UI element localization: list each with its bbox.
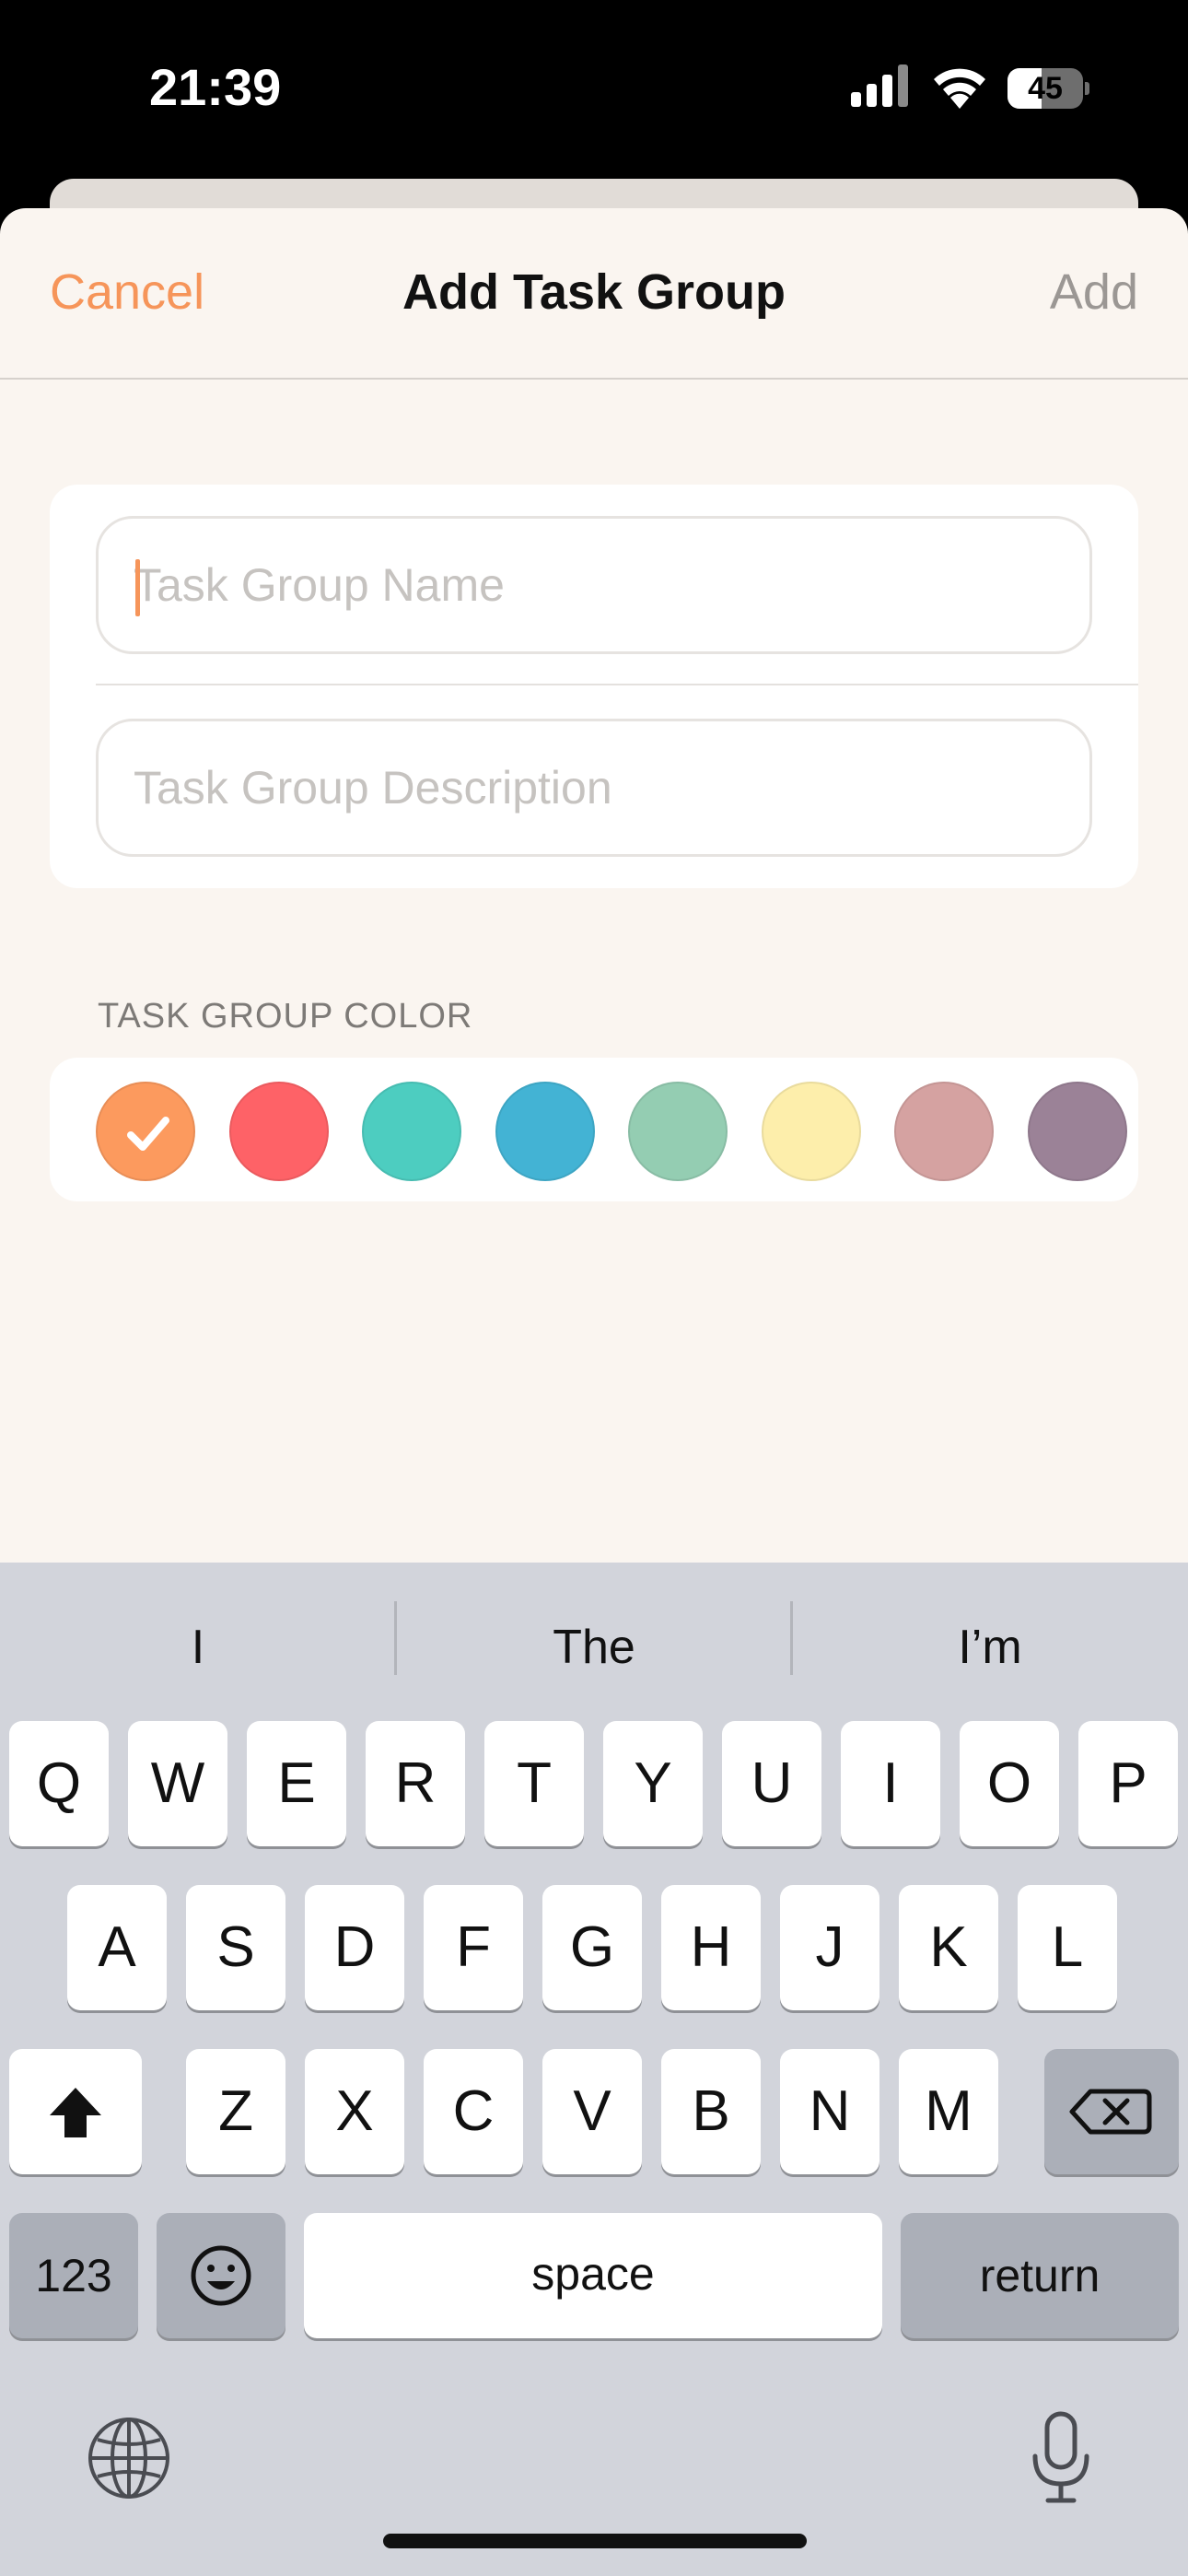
color-swatch[interactable] bbox=[228, 1082, 329, 1181]
space-key[interactable]: space bbox=[304, 2213, 882, 2338]
status-time: 21:39 bbox=[149, 58, 282, 116]
wifi-icon bbox=[934, 68, 985, 109]
shift-key[interactable] bbox=[9, 2049, 142, 2174]
battery-level: 45 bbox=[1028, 71, 1063, 106]
key-v[interactable]: V bbox=[542, 2049, 642, 2174]
key-i[interactable]: I bbox=[841, 1721, 940, 1846]
microphone-icon[interactable] bbox=[1017, 2408, 1105, 2508]
cancel-button[interactable]: Cancel bbox=[50, 263, 204, 321]
battery-icon: 45 bbox=[1007, 68, 1089, 109]
key-r[interactable]: R bbox=[366, 1721, 465, 1846]
key-f[interactable]: F bbox=[424, 1885, 523, 2010]
color-swatch[interactable] bbox=[894, 1082, 994, 1181]
status-bar: 21:39 45 bbox=[0, 0, 1188, 175]
color-swatch-selected[interactable] bbox=[96, 1082, 195, 1181]
color-swatch[interactable] bbox=[628, 1082, 728, 1181]
key-u[interactable]: U bbox=[722, 1721, 821, 1846]
key-l[interactable]: L bbox=[1018, 1885, 1117, 2010]
key-g[interactable]: G bbox=[542, 1885, 642, 2010]
form-card bbox=[50, 485, 1138, 888]
return-key[interactable]: return bbox=[901, 2213, 1179, 2338]
key-b[interactable]: B bbox=[661, 2049, 761, 2174]
space-key-label: space bbox=[531, 2248, 655, 2300]
shift-icon bbox=[50, 2088, 101, 2137]
key-k[interactable]: K bbox=[899, 1885, 998, 2010]
checkmark-icon bbox=[127, 1117, 169, 1151]
key-p[interactable]: P bbox=[1078, 1721, 1178, 1846]
key-q[interactable]: Q bbox=[9, 1721, 109, 1846]
key-h[interactable]: H bbox=[661, 1885, 761, 2010]
task-group-description-field[interactable] bbox=[96, 719, 1092, 857]
color-picker bbox=[50, 1058, 1138, 1201]
key-j[interactable]: J bbox=[780, 1885, 879, 2010]
numbers-key[interactable]: 123 bbox=[9, 2213, 138, 2338]
add-button[interactable]: Add bbox=[1050, 263, 1138, 321]
numbers-key-label: 123 bbox=[35, 2250, 112, 2301]
key-z[interactable]: Z bbox=[186, 2049, 285, 2174]
key-d[interactable]: D bbox=[305, 1885, 404, 2010]
form-divider bbox=[96, 684, 1138, 685]
color-swatch[interactable] bbox=[495, 1082, 595, 1181]
color-swatch[interactable] bbox=[1027, 1082, 1127, 1181]
keyboard: I The I’m QWERTYUIOPASDFGHJKLZXCVBNM 123… bbox=[0, 1563, 1188, 2576]
key-t[interactable]: T bbox=[484, 1721, 584, 1846]
backspace-icon bbox=[1069, 2089, 1152, 2135]
color-swatch[interactable] bbox=[362, 1082, 461, 1181]
key-w[interactable]: W bbox=[128, 1721, 227, 1846]
globe-icon[interactable] bbox=[85, 2414, 173, 2502]
key-e[interactable]: E bbox=[247, 1721, 346, 1846]
key-m[interactable]: M bbox=[899, 2049, 998, 2174]
emoji-icon bbox=[191, 2245, 251, 2306]
text-cursor bbox=[135, 559, 140, 616]
home-indicator bbox=[383, 2534, 807, 2548]
emoji-key[interactable] bbox=[157, 2213, 285, 2338]
task-group-name-input[interactable] bbox=[134, 519, 1054, 651]
key-n[interactable]: N bbox=[780, 2049, 879, 2174]
suggestion-2[interactable]: The bbox=[396, 1620, 792, 1675]
color-swatch[interactable] bbox=[761, 1082, 861, 1181]
task-group-name-field[interactable] bbox=[96, 516, 1092, 654]
add-task-group-sheet: Add Task Group Cancel Add TASK GROUP COL… bbox=[0, 208, 1188, 1563]
key-x[interactable]: X bbox=[305, 2049, 404, 2174]
backspace-key[interactable] bbox=[1044, 2049, 1179, 2174]
key-y[interactable]: Y bbox=[603, 1721, 703, 1846]
key-o[interactable]: O bbox=[960, 1721, 1059, 1846]
nav-bar: Add Task Group Cancel Add bbox=[0, 208, 1188, 380]
suggestion-1[interactable]: I bbox=[0, 1620, 396, 1675]
key-c[interactable]: C bbox=[424, 2049, 523, 2174]
key-s[interactable]: S bbox=[186, 1885, 285, 2010]
return-key-label: return bbox=[979, 2250, 1101, 2301]
cellular-signal-icon bbox=[851, 64, 908, 107]
suggestion-3[interactable]: I’m bbox=[792, 1620, 1188, 1675]
color-section-label: TASK GROUP COLOR bbox=[98, 997, 473, 1036]
task-group-description-input[interactable] bbox=[134, 721, 1054, 854]
key-a[interactable]: A bbox=[67, 1885, 167, 2010]
